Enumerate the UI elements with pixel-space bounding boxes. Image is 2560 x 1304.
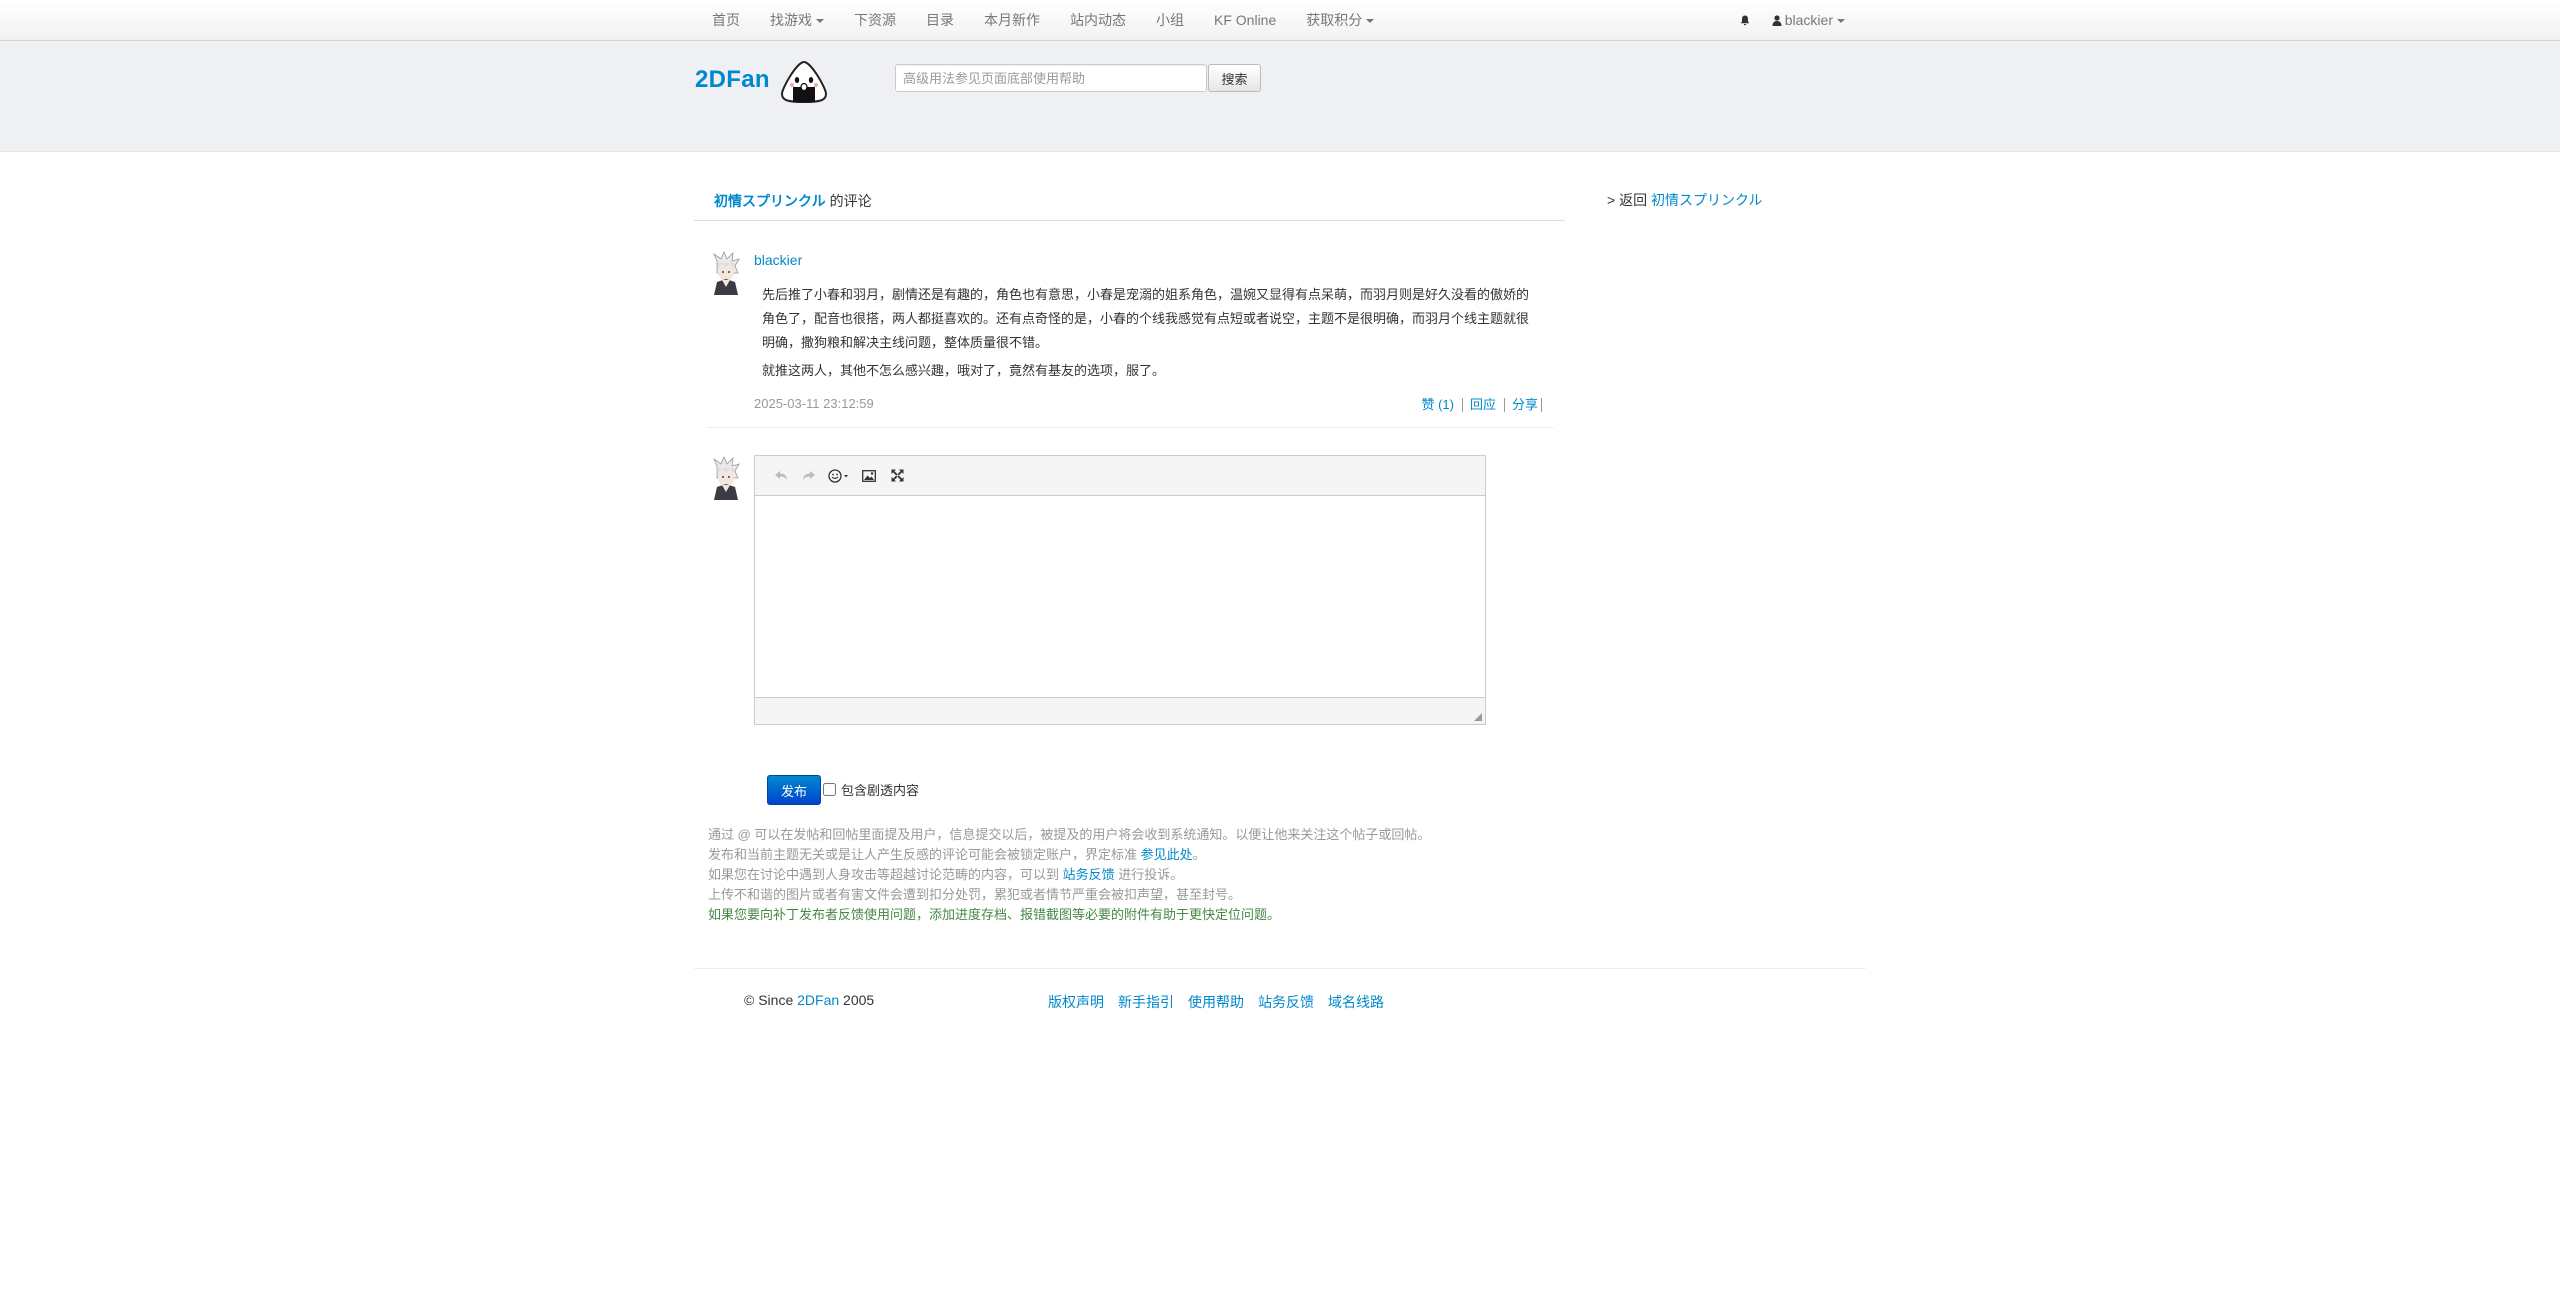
nav-monthly-new-label: 本月新作 bbox=[984, 12, 1040, 28]
redo-icon bbox=[803, 470, 815, 480]
nav-monthly-new[interactable]: 本月新作 bbox=[969, 0, 1055, 40]
comment-paragraph: 先后推了小春和羽月，剧情还是有趣的，角色也有意思，小春是宠溺的姐系角色，温婉又显… bbox=[762, 287, 1530, 350]
note-text: 。 bbox=[1192, 847, 1206, 862]
username: blackier bbox=[1784, 12, 1833, 28]
fullscreen-button[interactable] bbox=[883, 462, 911, 490]
image-icon bbox=[862, 469, 876, 482]
main-nav: 首页 找游戏 下资源 目录 本月新作 站内动态 小组 KF Online 获取积… bbox=[697, 0, 1389, 40]
note-text: 进行投诉。 bbox=[1118, 867, 1184, 882]
editor-statusbar bbox=[755, 697, 1485, 724]
spoiler-label[interactable]: 包含剧透内容 bbox=[841, 780, 919, 799]
like-button[interactable]: 赞 (1) bbox=[1414, 398, 1463, 412]
comment-paragraph: 就推这两人，其他不怎么感兴趣，哦对了，竟然有基友的选项，服了。 bbox=[762, 363, 1166, 378]
site-header bbox=[0, 41, 2560, 152]
back-subject-link[interactable]: 初情スプリンクル bbox=[1651, 192, 1763, 208]
editor-toolbar bbox=[755, 456, 1485, 496]
footer-link-copyright[interactable]: 版权声明 bbox=[1048, 992, 1104, 1012]
chevron-down-icon bbox=[816, 19, 824, 24]
comment-actions: 赞 (1) 回应 分享 bbox=[1414, 396, 1542, 412]
reply-button[interactable]: 回应 bbox=[1463, 398, 1505, 412]
chevron-down-icon bbox=[1837, 19, 1845, 24]
emoji-button[interactable] bbox=[823, 462, 855, 490]
onigiri-mascot-logo[interactable] bbox=[779, 60, 829, 104]
insert-image-button[interactable] bbox=[855, 462, 883, 490]
feedback-link[interactable]: 站务反馈 bbox=[1063, 867, 1115, 882]
top-navbar: 首页 找游戏 下资源 目录 本月新作 站内动态 小组 KF Online 获取积… bbox=[0, 0, 2560, 41]
comment-author[interactable]: blackier bbox=[754, 252, 802, 268]
user-menu[interactable]: blackier bbox=[1760, 0, 1855, 40]
subject-link[interactable]: 初情スプリンクル bbox=[714, 193, 826, 209]
footer-link-feedback[interactable]: 站务反馈 bbox=[1258, 992, 1314, 1012]
publish-button[interactable]: 发布 bbox=[767, 775, 821, 805]
site-logo-text[interactable]: 2DFan bbox=[695, 66, 770, 94]
resize-handle-icon[interactable] bbox=[1473, 712, 1483, 722]
footer-link-help[interactable]: 使用帮助 bbox=[1188, 992, 1244, 1012]
back-to-subject: > 返回 初情スプリンクル bbox=[1607, 190, 1763, 210]
note-line: 上传不和谐的图片或者有害文件会遭到扣分处罚，累犯或者情节严重会被扣声望，甚至封号… bbox=[708, 887, 1242, 902]
emoji-icon bbox=[828, 468, 848, 483]
copyright-year: 2005 bbox=[843, 992, 875, 1008]
nav-kf-online-label: KF Online bbox=[1214, 12, 1277, 28]
nav-kf-online[interactable]: KF Online bbox=[1199, 0, 1291, 40]
search-button[interactable]: 搜索 bbox=[1208, 64, 1261, 92]
footer-links: 版权声明 新手指引 使用帮助 站务反馈 域名线路 bbox=[1048, 992, 1398, 1012]
nav-home[interactable]: 首页 bbox=[697, 0, 755, 40]
nav-downloads-label: 下资源 bbox=[854, 12, 896, 28]
note-line-highlight: 如果您要向补丁发布者反馈使用问题，添加进度存档、报错截图等必要的附件有助于更快定… bbox=[708, 907, 1281, 922]
copyright-prefix: © Since bbox=[744, 992, 794, 1008]
footer-link-domains[interactable]: 域名线路 bbox=[1328, 992, 1384, 1012]
nav-site-activity-label: 站内动态 bbox=[1070, 12, 1126, 28]
redo-button[interactable] bbox=[795, 462, 823, 490]
comment-timestamp: 2025-03-11 23:12:59 bbox=[754, 396, 874, 411]
nav-site-activity[interactable]: 站内动态 bbox=[1055, 0, 1141, 40]
chevron-down-icon bbox=[1366, 19, 1375, 24]
nav-downloads[interactable]: 下资源 bbox=[839, 0, 911, 40]
fullscreen-icon bbox=[891, 469, 903, 482]
undo-button[interactable] bbox=[767, 462, 795, 490]
note-line: 发布和当前主题无关或是让人产生反感的评论可能会被锁定账户，界定标准 参见此处。 bbox=[708, 845, 1430, 865]
footer-link-guide[interactable]: 新手指引 bbox=[1118, 992, 1174, 1012]
nav-get-points-label: 获取积分 bbox=[1306, 12, 1363, 28]
share-button[interactable]: 分享 bbox=[1505, 398, 1542, 412]
avatar[interactable] bbox=[708, 251, 744, 295]
reply-editor bbox=[754, 455, 1486, 725]
rules-link[interactable]: 参见此处 bbox=[1141, 847, 1193, 862]
nav-groups[interactable]: 小组 bbox=[1141, 0, 1199, 40]
undo-icon bbox=[775, 470, 787, 480]
nav-catalog-label: 目录 bbox=[926, 12, 954, 28]
editor-textarea[interactable] bbox=[755, 496, 1485, 696]
page-title-suffix: 的评论 bbox=[829, 193, 872, 209]
notifications-button[interactable] bbox=[1728, 0, 1760, 40]
nav-groups-label: 小组 bbox=[1156, 12, 1184, 28]
nav-find-game[interactable]: 找游戏 bbox=[755, 0, 839, 40]
page-title: 初情スプリンクル 的评论 bbox=[694, 182, 1565, 221]
comment-body: 先后推了小春和羽月，剧情还是有趣的，角色也有意思，小春是宠溺的姐系角色，温婉又显… bbox=[762, 283, 1536, 383]
note-text: 如果您在讨论中遇到人身攻击等超越讨论范畴的内容，可以到 bbox=[708, 867, 1060, 882]
posting-notes: 通过 @ 可以在发帖和回帖里面提及用户，信息提交以后，被提及的用户将会收到系统通… bbox=[708, 825, 1430, 925]
footer-brand-link[interactable]: 2DFan bbox=[797, 992, 839, 1008]
note-line: 通过 @ 可以在发帖和回帖里面提及用户，信息提交以后，被提及的用户将会收到系统通… bbox=[708, 827, 1431, 842]
search-input[interactable] bbox=[895, 64, 1207, 92]
user-icon bbox=[1772, 15, 1782, 26]
nav-home-label: 首页 bbox=[712, 12, 740, 28]
user-nav: blackier bbox=[1728, 0, 1855, 40]
footer-copyright: © Since 2DFan 2005 bbox=[744, 992, 874, 1008]
note-text: 发布和当前主题无关或是让人产生反感的评论可能会被锁定账户，界定标准 bbox=[708, 847, 1138, 862]
bell-icon bbox=[1740, 15, 1749, 26]
footer-divider bbox=[694, 968, 1866, 969]
nav-get-points[interactable]: 获取积分 bbox=[1291, 0, 1389, 40]
nav-find-game-label: 找游戏 bbox=[770, 12, 812, 28]
spoiler-checkbox[interactable] bbox=[823, 783, 836, 796]
nav-catalog[interactable]: 目录 bbox=[911, 0, 969, 40]
back-prefix: > 返回 bbox=[1607, 192, 1648, 208]
note-line: 如果您在讨论中遇到人身攻击等超越讨论范畴的内容，可以到 站务反馈 进行投诉。 bbox=[708, 865, 1430, 885]
avatar[interactable] bbox=[708, 456, 744, 500]
divider bbox=[706, 427, 1554, 428]
